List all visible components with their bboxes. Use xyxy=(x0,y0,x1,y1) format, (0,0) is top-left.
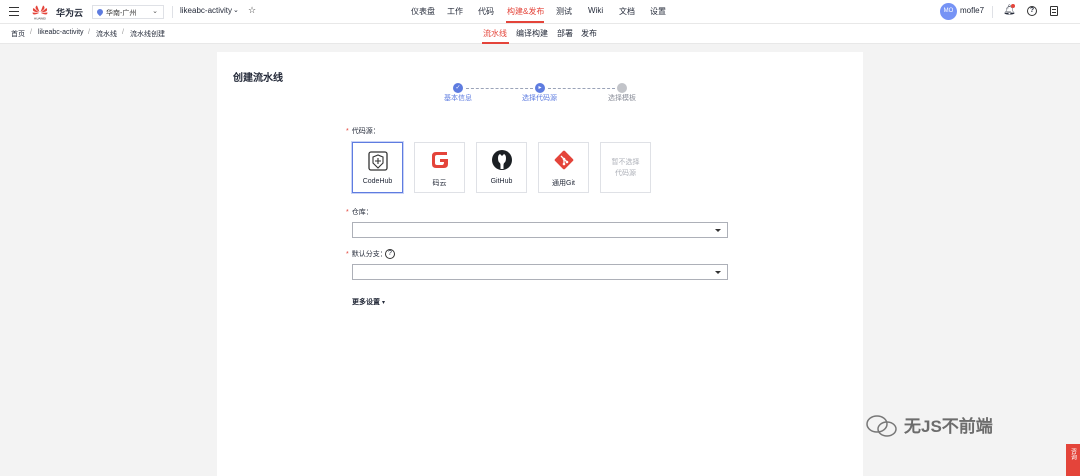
caret-down-icon xyxy=(715,271,721,274)
source-card-gitee[interactable]: 码云 xyxy=(414,142,465,193)
step-label-basic-info: 基本信息 xyxy=(444,95,472,102)
chevron-down-icon[interactable]: ⌄ xyxy=(233,6,239,14)
region-label: 华南-广州 xyxy=(106,10,137,17)
source-label: 码云 xyxy=(432,180,447,187)
code-source-label: * 代码源： xyxy=(346,128,380,135)
step-active-icon: ▸ xyxy=(535,83,545,93)
avatar[interactable]: MO xyxy=(940,3,957,20)
nav-settings[interactable]: 设置 xyxy=(650,6,666,17)
watermark-text: 无JS不前端 xyxy=(904,417,993,436)
subnav-pipeline[interactable]: 流水线 xyxy=(483,28,507,39)
repo-label-text: 仓库： xyxy=(351,209,373,216)
username[interactable]: mofle7 xyxy=(960,6,984,15)
codehub-icon xyxy=(368,151,388,171)
region-selector[interactable]: 华南-广州 ⌄ xyxy=(92,5,164,19)
breadcrumb-pipeline[interactable]: 流水线 xyxy=(96,29,117,39)
create-pipeline-panel: 创建流水线 ✓ ▸ 基本信息 选择代码源 选择模板 * 代码源： CodeHub … xyxy=(217,52,863,476)
caret-down-icon: ▾ xyxy=(381,300,385,306)
breadcrumb-home[interactable]: 首页 xyxy=(11,29,25,39)
branch-select[interactable] xyxy=(352,264,728,280)
source-card-codehub[interactable]: CodeHub xyxy=(352,142,403,193)
source-label: GitHub xyxy=(490,178,513,185)
nav-build-release[interactable]: 构建&发布 xyxy=(507,6,544,17)
brand-name[interactable]: 华为云 xyxy=(56,6,83,19)
logo-text: HUAWEI xyxy=(34,17,46,21)
source-card-github[interactable]: GitHub xyxy=(476,142,527,193)
breadcrumb-separator: / xyxy=(88,29,90,36)
favorite-star-icon[interactable]: ☆ xyxy=(248,5,256,16)
document-icon[interactable] xyxy=(1050,6,1058,16)
step-pending-icon xyxy=(617,83,627,93)
nav-work[interactable]: 工作 xyxy=(447,6,463,17)
branch-label-text: 默认分支： xyxy=(351,251,387,258)
wechat-icon xyxy=(866,415,897,437)
repo-label: * 仓库： xyxy=(346,209,373,216)
chevron-down-icon: ⌄ xyxy=(152,8,158,15)
nav-test[interactable]: 测试 xyxy=(556,6,572,17)
step-label-select-template: 选择模板 xyxy=(608,95,636,102)
divider xyxy=(992,6,993,18)
consult-label: 咨询 xyxy=(1069,448,1076,460)
nav-active-indicator xyxy=(506,21,544,23)
divider xyxy=(172,6,173,18)
nav-wiki[interactable]: Wiki xyxy=(588,6,603,15)
github-icon xyxy=(492,150,512,170)
consult-button[interactable]: 咨询 xyxy=(1066,444,1080,476)
project-name[interactable]: likeabc-activity xyxy=(180,6,232,15)
menu-icon[interactable] xyxy=(9,7,19,16)
git-icon xyxy=(554,150,574,170)
breadcrumb-project[interactable]: likeabc-activity xyxy=(38,29,84,36)
nav-docs[interactable]: 文档 xyxy=(619,6,635,17)
repo-select[interactable] xyxy=(352,222,728,238)
source-card-none[interactable]: 暂不选择代码源 xyxy=(600,142,651,193)
breadcrumb-separator: / xyxy=(30,29,32,36)
subnav-deploy[interactable]: 部署 xyxy=(557,28,573,39)
top-navigation-bar: HUAWEI 华为云 华南-广州 ⌄ likeabc-activity ⌄ ☆ … xyxy=(0,0,1080,24)
source-label: 通用Git xyxy=(552,180,575,187)
notification-dot xyxy=(1011,4,1015,8)
branch-label: * 默认分支： xyxy=(346,251,387,258)
help-icon[interactable]: ? xyxy=(385,249,395,259)
subnav-active-indicator xyxy=(482,42,509,44)
location-icon xyxy=(95,7,105,17)
caret-down-icon xyxy=(715,229,721,232)
page-title: 创建流水线 xyxy=(233,73,283,84)
step-connector xyxy=(548,88,615,89)
subnav-compile-build[interactable]: 编译构建 xyxy=(516,28,548,39)
step-done-check-icon: ✓ xyxy=(453,83,463,93)
nav-dashboard[interactable]: 仪表盘 xyxy=(411,6,435,17)
more-settings-toggle[interactable]: 更多设置 ▾ xyxy=(352,297,385,307)
source-card-git[interactable]: 通用Git xyxy=(538,142,589,193)
nav-code[interactable]: 代码 xyxy=(478,6,494,17)
more-settings-label: 更多设置 xyxy=(352,299,380,306)
breadcrumb-current: 流水线创建 xyxy=(130,31,165,38)
gitee-icon xyxy=(432,152,448,168)
help-icon[interactable]: ? xyxy=(1027,6,1037,16)
source-label: CodeHub xyxy=(362,178,393,185)
breadcrumb-separator: / xyxy=(122,29,124,36)
code-source-label-text: 代码源： xyxy=(351,128,380,135)
sub-navigation-bar: 首页 / likeabc-activity / 流水线 / 流水线创建 流水线 … xyxy=(0,24,1080,44)
huawei-logo[interactable]: HUAWEI xyxy=(31,4,49,21)
step-label-select-source: 选择代码源 xyxy=(522,95,557,102)
step-connector xyxy=(466,88,533,89)
no-source-label: 暂不选择代码源 xyxy=(611,159,640,177)
subnav-release[interactable]: 发布 xyxy=(581,28,597,39)
